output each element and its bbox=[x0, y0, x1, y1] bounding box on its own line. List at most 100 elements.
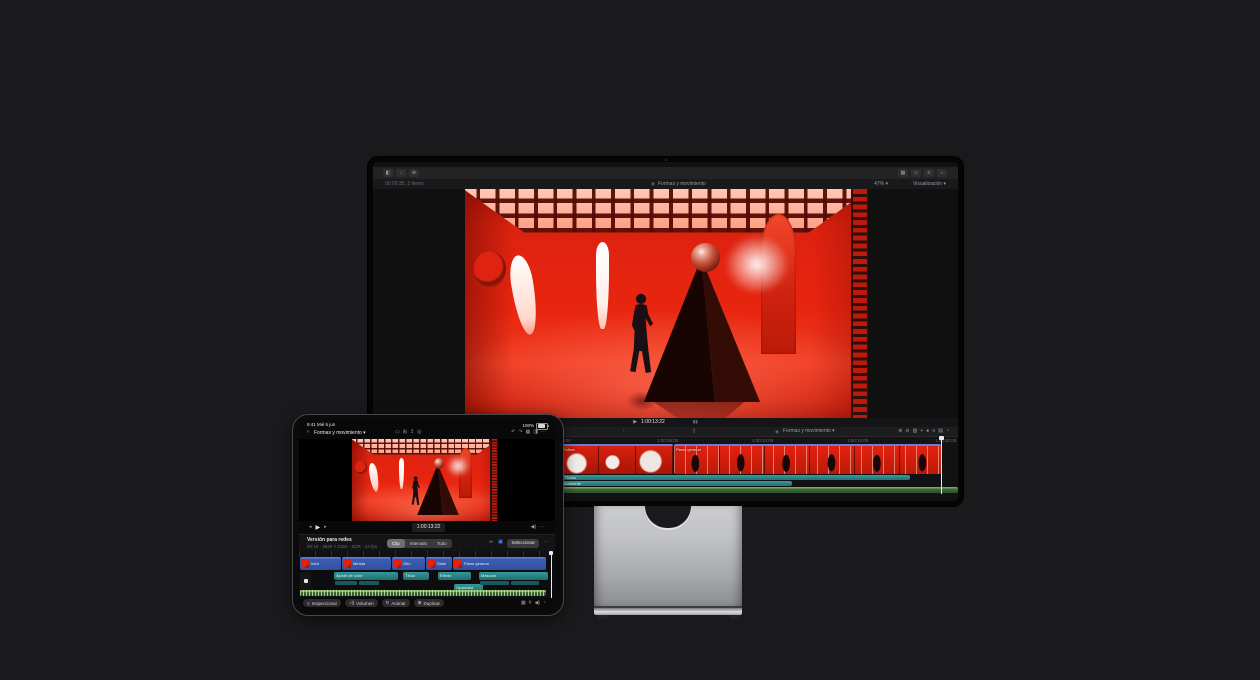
connected-subclip[interactable] bbox=[335, 581, 357, 585]
clip-thumbnail bbox=[343, 559, 351, 568]
timeline-tool-icon[interactable]: ◔ bbox=[946, 429, 949, 434]
duplicate-icon: ⊞ bbox=[418, 600, 422, 606]
audio-meters-icon[interactable]: ▮▮ bbox=[693, 420, 698, 425]
ipad-playhead-line[interactable] bbox=[551, 553, 552, 598]
timeline-tool-icon[interactable]: ≡ bbox=[932, 429, 935, 434]
timeline-clip[interactable]: Salto bbox=[426, 557, 452, 570]
connected-clip[interactable]: Máscara bbox=[479, 572, 548, 580]
connected-clip[interactable]: Efecto bbox=[438, 572, 471, 580]
skip-back-icon[interactable]: ◂ bbox=[309, 525, 312, 530]
timeline-clip[interactable]: Giro bbox=[392, 557, 425, 570]
timeline-tool-icon[interactable]: ⊕ bbox=[898, 429, 902, 434]
timeline-clip[interactable]: Mirada bbox=[342, 557, 391, 570]
back-chevron-icon[interactable]: ‹ bbox=[307, 429, 309, 435]
playhead-line[interactable] bbox=[941, 436, 942, 494]
toolbar-icon[interactable]: ◔ bbox=[543, 601, 546, 606]
nav-action-icon[interactable]: ▦ bbox=[526, 430, 531, 435]
arch-window-center bbox=[399, 458, 404, 489]
connected-subclip[interactable] bbox=[511, 581, 539, 585]
nav-tool-icon[interactable]: ⊞ bbox=[403, 430, 407, 435]
nav-tool-icon[interactable]: ▭ bbox=[395, 430, 400, 435]
titles-connected-clip[interactable]: Títulos bbox=[561, 475, 910, 480]
timecode-display[interactable]: 1:00:13:22 bbox=[641, 420, 665, 425]
export-panel-header: Versión para redes 00:15 · 3840 × 2160 ·… bbox=[299, 534, 555, 552]
toolbar-icon[interactable]: # bbox=[529, 601, 532, 606]
nav-action-icon[interactable]: ↷ bbox=[518, 430, 522, 435]
duplicate-button[interactable]: ⊞Duplicar bbox=[414, 599, 444, 607]
index-view-icon[interactable]: ≡ bbox=[924, 169, 934, 177]
toolbar-icon[interactable]: ▦ bbox=[521, 601, 526, 606]
segment-range[interactable]: Intervalo bbox=[405, 539, 432, 548]
ambience-connected-clip[interactable]: Ambiente bbox=[561, 481, 792, 486]
status-time: 9:41 Mié 5 jun bbox=[307, 423, 335, 428]
timeline-meter-icon[interactable]: ∥ bbox=[693, 429, 696, 434]
select-button[interactable]: Seleccionar bbox=[507, 539, 539, 548]
timeline-tool-icon[interactable]: ● bbox=[926, 429, 929, 434]
play-button[interactable]: ▶ bbox=[316, 525, 321, 531]
clip-thumbnail bbox=[393, 559, 401, 568]
segment-all[interactable]: Todo bbox=[432, 539, 452, 548]
list-view-icon[interactable]: ▭ bbox=[911, 169, 921, 177]
timeline-tool-icon[interactable]: ▧ bbox=[913, 429, 918, 434]
timeline-project-dropdown[interactable]: Formas y movimiento ▾ bbox=[783, 429, 835, 434]
gap-icon bbox=[304, 579, 308, 583]
timeline-tool-icon[interactable]: ⊖ bbox=[905, 429, 909, 434]
add-icon[interactable]: ⊕ bbox=[409, 169, 419, 177]
timeline-tool-icon[interactable]: ▤ bbox=[938, 429, 943, 434]
music-audio-clip[interactable] bbox=[300, 590, 546, 596]
inspect-button[interactable]: ≡Inspeccionar bbox=[303, 599, 341, 607]
view-dropdown[interactable]: Visualización ▾ bbox=[913, 182, 946, 187]
connected-clip[interactable]: Título bbox=[403, 572, 429, 580]
format-badge-icon[interactable]: ▣ bbox=[498, 540, 503, 545]
connected-clip[interactable]: Ajuste de color bbox=[334, 572, 398, 580]
transport-icon[interactable]: ◀) bbox=[530, 525, 536, 530]
more-button[interactable]: ⋯ bbox=[544, 540, 549, 545]
animate-button[interactable]: ↻Animar bbox=[382, 599, 410, 607]
nav-tool-icon[interactable]: ↥ bbox=[410, 430, 414, 435]
connected-subclip[interactable] bbox=[359, 581, 379, 585]
inspect-icon: ≡ bbox=[307, 601, 310, 606]
sidebar-toggle-icon[interactable]: ◧ bbox=[383, 169, 393, 177]
timeline-clip[interactable]: Intro bbox=[300, 557, 341, 570]
timeline-back-icon[interactable]: ‹ bbox=[623, 429, 625, 434]
metallic-sphere bbox=[691, 243, 720, 272]
share-icon[interactable]: ⌂ bbox=[937, 169, 947, 177]
timecode-display[interactable]: 1:00:13:22 bbox=[412, 523, 446, 532]
timeline-tool-icon[interactable]: + bbox=[920, 429, 923, 434]
project-dot-icon: ◉ bbox=[775, 430, 779, 435]
actor-silhouette bbox=[408, 472, 423, 513]
zoom-dropdown[interactable]: 47% ▾ bbox=[874, 182, 888, 187]
clip-label: Esfera bbox=[563, 447, 575, 452]
panel-title: Versión para redes bbox=[307, 538, 352, 543]
nav-tool-icon[interactable]: ◎ bbox=[417, 430, 421, 435]
ceiling-light-grid bbox=[465, 189, 868, 233]
ipad-video-frame bbox=[352, 439, 498, 521]
timeline-clip[interactable]: Plano general bbox=[453, 557, 546, 570]
gap-clip[interactable] bbox=[300, 572, 311, 590]
music-audio-clip[interactable] bbox=[561, 487, 958, 493]
timeline-clip-a[interactable]: Esfera bbox=[561, 444, 673, 474]
browser-info-label: 00:00:35, 3 ítems bbox=[385, 182, 424, 187]
import-icon[interactable]: ↓ bbox=[396, 169, 406, 177]
play-button[interactable]: ▶ bbox=[633, 420, 637, 425]
tile-strip bbox=[851, 189, 868, 418]
segment-clip[interactable]: Clip bbox=[387, 539, 405, 548]
transport-icon[interactable]: ⋯ bbox=[539, 525, 544, 530]
connected-subclip[interactable] bbox=[480, 581, 509, 585]
nav-action-icon[interactable]: ◨ bbox=[533, 430, 538, 435]
timeline-clip-b[interactable]: Plano general bbox=[674, 444, 941, 474]
nav-action-icon[interactable]: ↶ bbox=[511, 430, 515, 435]
transport-right-icons: ◀)⋯ bbox=[530, 525, 547, 530]
timeline-tool-icons: ⊕⊖ ▧+●≡▤◔ bbox=[898, 429, 952, 434]
skip-forward-icon[interactable]: ▸ bbox=[324, 525, 327, 530]
browser-view-icon[interactable]: ▦ bbox=[898, 169, 908, 177]
porthole-niche bbox=[474, 251, 506, 288]
ipad-screen: 9:41 Mié 5 jun 100% ‹ Formas y movimient… bbox=[299, 420, 555, 608]
preview-icon[interactable]: ∞ bbox=[489, 540, 493, 545]
project-title-dropdown[interactable]: Formas y movimiento ▾ bbox=[314, 431, 366, 436]
volume-button[interactable]: ◁)Volumen bbox=[345, 599, 377, 607]
clip-thumbnail bbox=[427, 559, 435, 568]
nav-action-icon[interactable]: ⋯ bbox=[541, 430, 546, 435]
toolbar-icon[interactable]: ◀) bbox=[534, 601, 540, 606]
ipad-nav-bar: ‹ Formas y movimiento ▾ ▭⊞↥◎ ↶↷ ▦◨⋯ bbox=[299, 428, 555, 439]
